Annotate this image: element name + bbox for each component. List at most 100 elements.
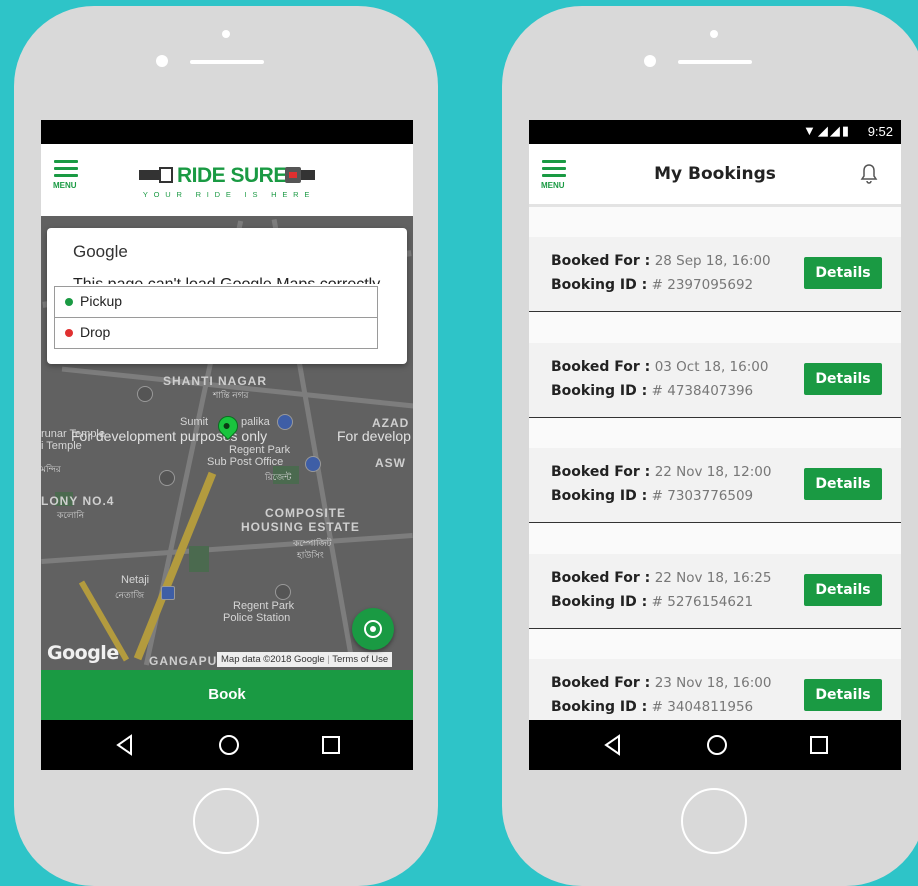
status-time: 9:52	[867, 124, 893, 139]
pickup-dot-icon	[65, 298, 73, 306]
booking-id-line: Booking ID : # 3404811956	[551, 699, 754, 715]
sensor-dot	[710, 30, 718, 38]
recent-apps-icon[interactable]	[319, 733, 343, 757]
map-label: Sub Post Office	[207, 456, 284, 468]
details-button[interactable]: Details	[804, 574, 882, 606]
poi-marker-icon	[277, 414, 293, 430]
map-label: LONY NO.4	[41, 494, 115, 508]
booking-card: Booked For : 28 Sep 18, 16:00 Booking ID…	[529, 237, 901, 312]
map-label: রিজেন্ট	[265, 472, 292, 482]
map-label: palika	[241, 416, 270, 428]
seatbelt-strap-icon	[139, 170, 159, 180]
front-camera	[644, 55, 656, 67]
map-label: Regent Park	[229, 444, 291, 456]
booking-card: Booked For : 23 Nov 18, 16:00 Booking ID…	[529, 659, 901, 720]
dev-watermark: For development purposes only	[71, 428, 268, 444]
details-button[interactable]: Details	[804, 363, 882, 395]
map-label: GANGAPU	[149, 654, 218, 668]
map-label: SHANTI NAGAR	[163, 374, 267, 388]
brand-tagline: YOUR RIDE IS HERE	[142, 190, 316, 199]
app-bar: MENU RIDE SURE YOUR RIDE IS HERE	[41, 144, 413, 204]
google-logo: Google	[47, 642, 119, 664]
app-bar: MENU My Bookings	[529, 144, 901, 207]
phone-frame-right: ▼◢◢▮ 9:52 MENU My Bookings Booked For : …	[502, 6, 918, 886]
hamburger-icon	[54, 160, 78, 163]
hardware-home-button[interactable]	[193, 788, 259, 854]
poi-marker-icon	[159, 470, 175, 486]
map-label: Regent Park	[233, 600, 295, 612]
pickup-label: Pickup	[80, 293, 123, 309]
brand-name: RIDE SURE	[177, 164, 287, 187]
map-label: কলোনি	[57, 510, 85, 520]
map-label: মন্দির	[41, 464, 61, 474]
booking-id-line: Booking ID : # 4738407396	[551, 383, 754, 399]
bell-icon[interactable]	[857, 162, 881, 186]
map-label: Sumit	[180, 416, 209, 428]
map-label: হাউসিং	[297, 550, 324, 560]
page-title: My Bookings	[654, 164, 776, 184]
poi-marker-icon	[305, 456, 321, 472]
booking-card: Booked For : 22 Nov 18, 12:00 Booking ID…	[529, 448, 901, 523]
map-label: শান্তি নগর	[213, 390, 249, 400]
booking-id-line: Booking ID : # 5276154621	[551, 594, 754, 610]
phone-frame-left: MENU RIDE SURE YOUR RIDE IS HERE SHANTI …	[14, 6, 438, 886]
back-icon[interactable]	[113, 733, 137, 757]
terms-link[interactable]: Terms of Use	[332, 654, 388, 665]
details-button[interactable]: Details	[804, 679, 882, 711]
sensor-dot	[222, 30, 230, 38]
map-label: Netaji	[121, 574, 150, 586]
booking-card: Booked For : 22 Nov 18, 16:25 Booking ID…	[529, 554, 901, 629]
pickup-field[interactable]: Pickup	[54, 286, 378, 318]
map-park	[189, 546, 209, 572]
my-location-button[interactable]	[352, 608, 394, 650]
booked-for-line: Booked For : 22 Nov 18, 16:25	[551, 570, 772, 586]
map-label: নেতাজি	[115, 590, 145, 600]
map-label: COMPOSITE	[265, 506, 347, 520]
crosshair-icon	[364, 620, 382, 638]
hardware-home-button[interactable]	[681, 788, 747, 854]
android-nav-bar	[529, 720, 901, 770]
menu-button[interactable]: MENU	[53, 160, 81, 194]
details-button[interactable]: Details	[804, 257, 882, 289]
earpiece-speaker	[190, 60, 264, 64]
hamburger-icon	[542, 160, 566, 163]
map-label: ASW	[375, 456, 406, 470]
seatbelt-buckle-icon	[159, 167, 173, 183]
recent-apps-icon[interactable]	[807, 733, 831, 757]
home-icon[interactable]	[705, 733, 729, 757]
book-button[interactable]: Book	[41, 670, 413, 720]
booking-id-line: Booking ID : # 2397095692	[551, 277, 754, 293]
booked-for-line: Booked For : 28 Sep 18, 16:00	[551, 253, 771, 269]
screen-right: ▼◢◢▮ 9:52 MENU My Bookings Booked For : …	[529, 120, 901, 770]
dev-watermark: For develop	[337, 428, 411, 444]
android-nav-bar	[41, 720, 413, 770]
dialog-message: This page can't load Google Maps correct…	[73, 272, 393, 284]
seatbelt-latch-icon	[285, 167, 301, 183]
map-road	[41, 533, 413, 564]
back-icon[interactable]	[601, 733, 625, 757]
drop-label: Drop	[80, 324, 111, 340]
status-bar: ▼◢◢▮ 9:52	[529, 120, 901, 144]
metro-icon	[161, 586, 175, 600]
booked-for-line: Booked For : 03 Oct 18, 16:00	[551, 359, 769, 375]
map-attribution: Map data ©2018 Google | Terms of Use	[217, 652, 393, 667]
poi-marker-icon	[275, 584, 291, 600]
screen-left: MENU RIDE SURE YOUR RIDE IS HERE SHANTI …	[41, 120, 413, 770]
seatbelt-strap-icon	[301, 170, 315, 180]
bookings-list[interactable]: Booked For : 28 Sep 18, 16:00 Booking ID…	[529, 207, 901, 720]
hamburger-icon-bar	[54, 174, 78, 177]
ride-sure-logo: RIDE SURE YOUR RIDE IS HERE	[139, 164, 319, 204]
booked-for-line: Booked For : 22 Nov 18, 12:00	[551, 464, 772, 480]
status-bar	[41, 120, 413, 144]
drop-field[interactable]: Drop	[54, 317, 378, 349]
hamburger-icon-bar	[54, 167, 78, 170]
booked-for-line: Booked For : 23 Nov 18, 16:00	[551, 675, 772, 691]
details-button[interactable]: Details	[804, 468, 882, 500]
map-data-text: Map data ©2018 Google	[221, 654, 325, 665]
booking-id-line: Booking ID : # 7303776509	[551, 488, 754, 504]
dialog-title: Google	[73, 242, 128, 261]
front-camera	[156, 55, 168, 67]
booking-card: Booked For : 03 Oct 18, 16:00 Booking ID…	[529, 343, 901, 418]
map-label: Police Station	[223, 612, 291, 624]
home-icon[interactable]	[217, 733, 241, 757]
